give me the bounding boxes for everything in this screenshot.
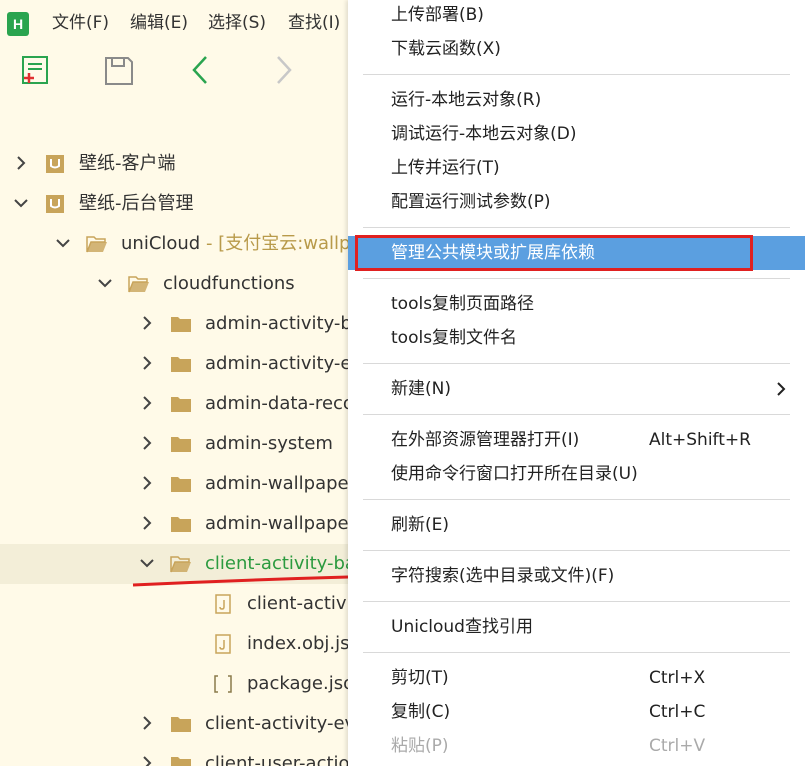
menu-item-shortcut: Ctrl+V [649,736,706,756]
context-menu: 上传部署(B) 下载云函数(X) 运行-本地云对象(R) 调试运行-本地云对象(D) 上… [348,0,805,766]
menu-item-label: Unicloud查找引用 [391,617,533,637]
menu-item-shortcut: Ctrl+C [649,702,706,722]
menu-item[interactable]: 配置运行测试参数(P) [348,185,805,219]
annotation-underline [132,575,349,587]
menu-item[interactable]: 复制(C) Ctrl+C [348,695,805,729]
menu-item-label: 在外部资源管理器打开(I) [391,430,580,450]
menu-item[interactable]: tools复制文件名 [348,321,805,355]
menu-item-label: 剪切(T) [391,668,449,688]
menu-item[interactable]: 在外部资源管理器打开(I) Alt+Shift+R [348,423,805,457]
menu-item-label: tools复制文件名 [391,328,518,348]
menu-item-label: 运行-本地云对象(R) [391,90,542,110]
menu-separator [363,363,790,364]
menu-item[interactable]: 运行-本地云对象(R) [348,83,805,117]
menu-item[interactable]: 剪切(T) Ctrl+X [348,661,805,695]
menu-item[interactable]: 字符搜索(选中目录或文件)(F) [348,559,805,593]
menu-item[interactable]: 刷新(E) [348,508,805,542]
menu-separator [363,652,790,653]
submenu-arrow-icon [777,382,786,396]
menu-item-label: 使用命令行窗口打开所在目录(U) [391,464,638,484]
menu-item-label: 复制(C) [391,702,451,722]
menu-item-label: 下载云函数(X) [391,39,501,59]
menu-separator [363,278,790,279]
menu-item[interactable]: 使用命令行窗口打开所在目录(U) [348,457,805,491]
menu-separator [363,550,790,551]
menu-item[interactable]: tools复制页面路径 [348,287,805,321]
menu-item[interactable]: 上传并运行(T) [348,151,805,185]
menu-item-label: 新建(N) [391,379,451,399]
menu-separator [363,227,790,228]
menu-item[interactable]: 上传部署(B) [348,0,805,32]
menu-item-label: tools复制页面路径 [391,294,535,314]
menu-item[interactable]: 新建(N) [348,372,805,406]
menu-item: 粘贴(P) Ctrl+V [348,729,805,763]
menu-item-label: 上传部署(B) [391,5,484,25]
menu-item-label: 配置运行测试参数(P) [391,192,551,212]
menu-separator [363,499,790,500]
menu-separator [363,74,790,75]
menu-item-label: 字符搜索(选中目录或文件)(F) [391,566,615,586]
menu-item[interactable]: 调试运行-本地云对象(D) [348,117,805,151]
menu-separator [363,414,790,415]
menu-item-label: 调试运行-本地云对象(D) [391,124,577,144]
menu-item[interactable]: Unicloud查找引用 [348,610,805,644]
project-explorer: H 文件(F) 编辑(E) 选择(S) 查找(I) 壁纸-客户端 壁纸-后台管理 u… [0,0,350,766]
menu-item-shortcut: Alt+Shift+R [649,430,751,450]
menu-item[interactable]: 下载云函数(X) [348,32,805,66]
menu-item-label: 粘贴(P) [391,736,449,756]
menu-item-label: 刷新(E) [391,515,450,535]
menu-item-label: 上传并运行(T) [391,158,500,178]
menu-item-shortcut: Ctrl+X [649,668,706,688]
annotation-highlight-box [355,235,753,271]
menu-separator [363,601,790,602]
